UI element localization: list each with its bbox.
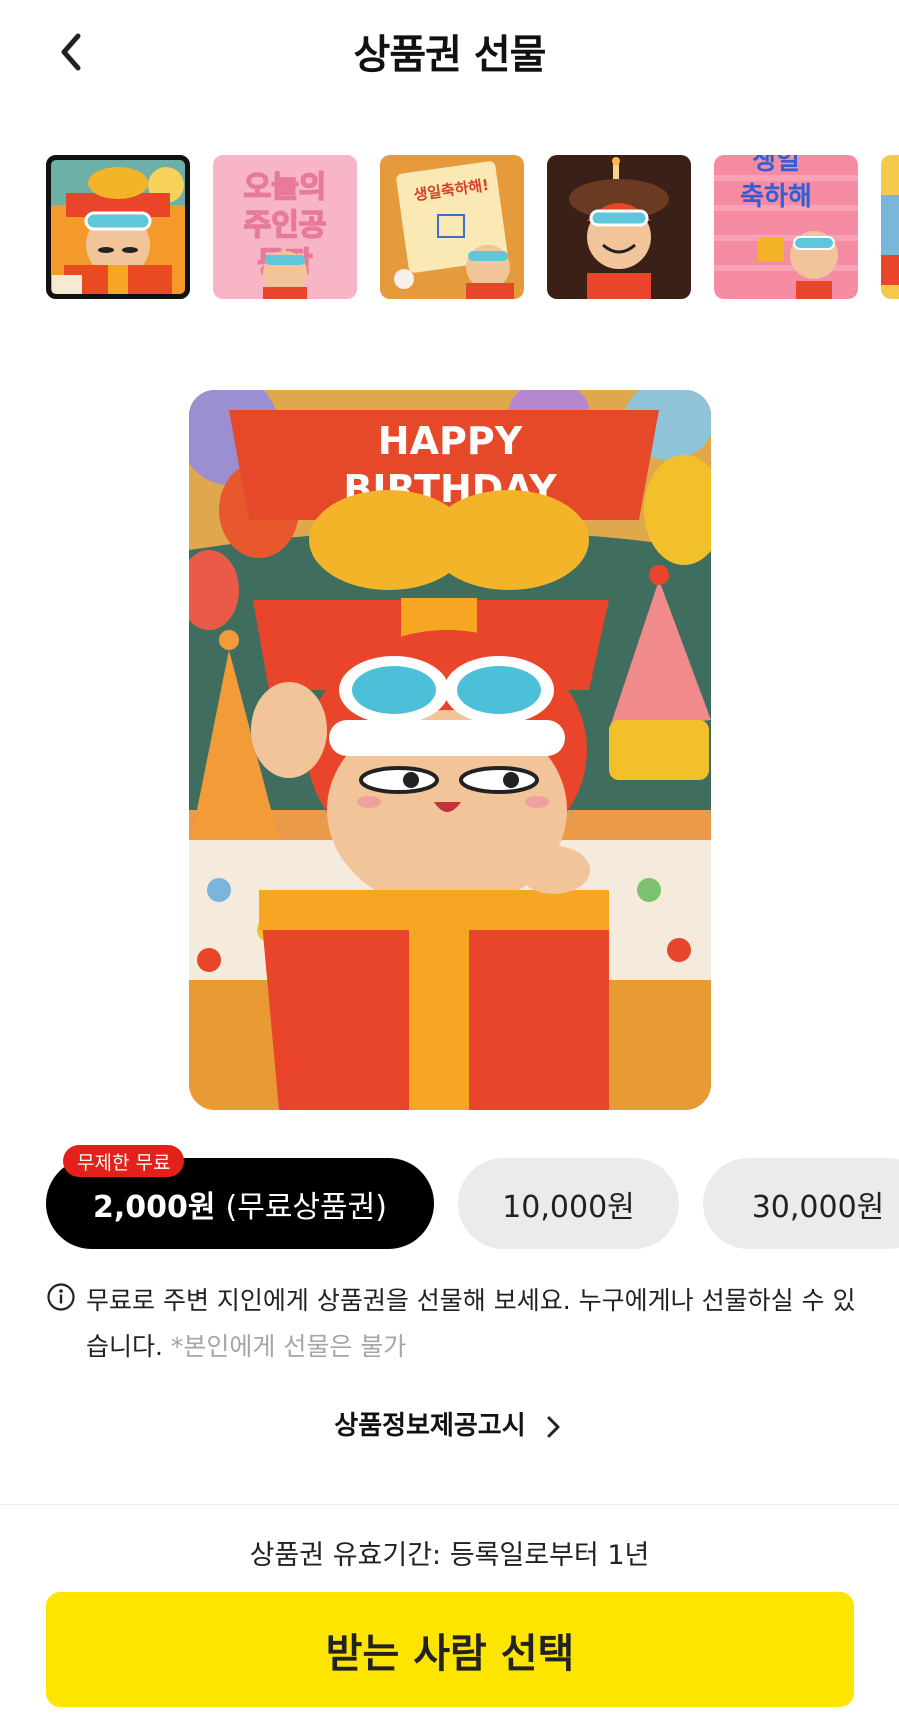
header: 상품권 선물 — [0, 0, 899, 100]
validity-text: 상품권 유효기간: 등록일로부터 1년 — [249, 1540, 650, 1571]
thumbnail-partial[interactable] — [881, 155, 899, 299]
page-title: 상품권 선물 — [353, 32, 547, 78]
design-thumbnail-strip[interactable]: 오늘의 주인공 등장 생일축하해! — [0, 153, 899, 301]
thumbnail-pink-chukhahae[interactable]: 생일 축하해 — [714, 155, 858, 299]
divider — [0, 1504, 899, 1505]
thumbnail-birthday-card[interactable]: 생일축하해! — [380, 155, 524, 299]
amount-option-10000[interactable]: 10,000원 — [458, 1158, 679, 1249]
product-info-notice-label: 상품정보제공고시 — [334, 1411, 526, 1441]
info-icon — [47, 1283, 75, 1311]
svg-text:주인공: 주인공 — [244, 208, 327, 243]
svg-text:생일: 생일 — [752, 155, 800, 176]
thumbnail-gift-box[interactable] — [46, 155, 190, 299]
amount-value: 2,000원 — [93, 1189, 216, 1225]
svg-text:축하해: 축하해 — [740, 182, 812, 212]
thumbnail-pink-hero[interactable]: 오늘의 주인공 등장 — [213, 155, 357, 299]
product-info-notice-link[interactable]: 상품정보제공고시 — [0, 1405, 899, 1442]
thumbnail-birthday-cake[interactable] — [547, 155, 691, 299]
info-note-text: *본인에게 선물은 불가 — [170, 1332, 407, 1361]
unlimited-free-badge: 무제한 무료 — [63, 1145, 185, 1177]
info-text: 무료로 주변 지인에게 상품권을 선물해 보세요. 누구에게나 선물하실 수 있… — [86, 1278, 866, 1370]
select-recipient-button[interactable]: 받는 사람 선택 — [46, 1592, 854, 1707]
amount-options: 무제한 무료 2,000원 (무료상품권) 10,000원 30,000원 — [0, 1145, 899, 1250]
svg-text:오늘의: 오늘의 — [244, 170, 327, 205]
amount-option-30000[interactable]: 30,000원 — [703, 1158, 899, 1249]
chevron-right-icon — [547, 1416, 560, 1437]
selected-design-preview: HAPPY BIRTHDAY — [189, 390, 711, 1110]
amount-suffix: (무료상품권) — [225, 1189, 387, 1225]
gift-card-page: 상품권 선물 오늘의 주인공 생일축하해! 생일 축하해 HAPPY BIRTH… — [0, 0, 899, 1732]
banner-text-line1: HAPPY — [378, 419, 523, 463]
